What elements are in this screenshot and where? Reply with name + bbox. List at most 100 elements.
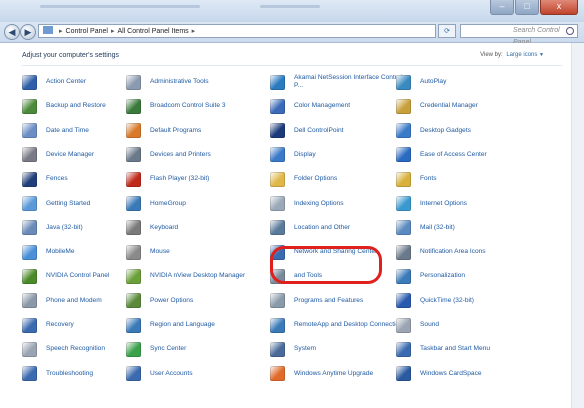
title-bar[interactable]: – □ x [0,0,584,22]
mail-icon [396,220,411,236]
control-panel-item[interactable]: Keyboard [126,217,266,239]
control-panel-item[interactable]: Location and Other [270,217,410,239]
control-panel-item[interactable]: Notification Area Icons [396,241,546,263]
control-panel-item[interactable]: Credential Manager [396,95,546,117]
view-by-dropdown[interactable]: Large icons [506,52,537,58]
control-panel-item[interactable]: Broadcom Control Suite 3 [126,95,266,117]
device-manager-icon [22,147,37,163]
control-panel-item-label: AutoPlay [420,78,447,85]
power-icon [126,293,141,309]
maximize-button[interactable]: □ [515,0,539,15]
windows-upgrade-icon [270,366,285,382]
breadcrumb-chevron-icon: ▸ [59,28,63,35]
getting-started-icon [22,196,37,211]
control-panel-item[interactable]: Windows Anytime Upgrade [270,363,410,385]
header-divider [22,65,562,66]
control-panel-item[interactable]: Region and Language [126,314,266,336]
address-field[interactable]: ▸ Control Panel ▸ All Control Panel Items ▸ [38,24,436,38]
control-panel-item-label: Broadcom Control Suite 3 [150,102,226,110]
control-panel-item[interactable]: Devices and Printers [126,144,266,166]
refresh-icon: ⟳ [444,28,450,35]
address-toolbar: ◀ ▶ ▸ Control Panel ▸ All Control Panel Ite… [0,22,584,46]
highlight-circle [270,246,382,284]
control-panel-item[interactable]: Sync Center [126,338,266,360]
forward-button[interactable]: ▶ [20,24,36,40]
control-panel-item[interactable]: Flash Player (32-bit) [126,168,266,190]
control-panel-item-label: Java (32-bit) [46,223,83,231]
control-panel-item[interactable]: Folder Options [270,168,410,190]
control-panel-item-label: Region and Language [150,321,215,328]
control-panel-item[interactable]: Default Programs [126,120,266,142]
minimize-button[interactable]: – [490,0,514,15]
refresh-button[interactable]: ⟳ [438,24,456,38]
control-panel-item-label: Indexing Options [294,199,344,207]
sound-icon [396,317,411,333]
control-panel-item-label: Administrative Tools [150,78,209,85]
title-text-blurred-2 [260,5,320,8]
control-panel-item-label: Flash Player (32-bit) [150,175,210,183]
control-panel-item[interactable]: System [270,338,410,360]
control-panel-item[interactable]: Akamai NetSession Interface Control P... [270,71,410,93]
calendar-clock-icon [22,123,37,139]
administrative-tools-icon [126,74,141,90]
control-panel-item[interactable]: Administrative Tools [126,71,266,93]
control-panel-item[interactable]: Mail (32-bit) [396,217,546,239]
fences-icon [22,171,37,187]
network-card-icon [126,98,141,114]
control-panel-item[interactable]: Programs and Features [270,290,410,312]
control-panel-item-label: Location and Other [294,223,351,231]
quicktime-icon [396,293,411,309]
control-panel-item-label: Fonts [420,175,437,183]
breadcrumb-all-items[interactable]: All Control Panel Items [117,28,188,35]
control-panel-item[interactable]: Sound [396,314,546,336]
mouse-icon [126,244,141,260]
control-panel-item-label: Troubleshooting [46,369,94,377]
control-panel-item-label: Power Options [150,296,194,304]
control-panel-item[interactable]: QuickTime (32-bit) [396,290,546,312]
control-panel-item[interactable]: Mouse [126,241,266,263]
breadcrumb-control-panel[interactable]: Control Panel [66,28,108,35]
title-text-blurred [40,5,200,8]
control-panel-item[interactable]: Display [270,144,410,166]
control-panel-item[interactable]: Windows CardSpace [396,363,546,385]
control-panel-item[interactable]: Color Management [270,95,410,117]
dell-icon [270,123,285,139]
akamai-icon [270,74,285,90]
control-panel-item-label: Device Manager [46,150,95,158]
scrollbar[interactable] [571,43,584,408]
control-panel-item[interactable]: Power Options [126,290,266,312]
default-programs-icon [126,123,141,139]
search-input[interactable]: Search Control Panel [460,24,578,46]
control-panel-item-label: Taskbar and Start Menu [420,345,491,353]
search-icon [566,27,574,35]
control-panel-item[interactable]: Personalization [396,265,546,287]
control-panel-item-label: Keyboard [150,223,179,231]
control-panel-item[interactable]: AutoPlay [396,71,546,93]
internet-options-icon [396,196,411,211]
control-panel-item-label: NVIDIA Control Panel [46,272,110,280]
control-panel-item-label: Windows Anytime Upgrade [294,369,374,377]
control-panel-window: – □ x ◀ ▶ ▸ Control Panel ▸ All Control Pan… [0,0,584,408]
control-panel-item[interactable]: NVIDIA nView Desktop Manager [126,265,266,287]
control-panel-item[interactable]: Ease of Access Center [396,144,546,166]
control-panel-item-label: Recovery [46,321,74,328]
nview-icon [126,268,141,284]
folder-icon [270,171,285,187]
control-panel-item[interactable]: Taskbar and Start Menu [396,338,546,360]
control-panel-item[interactable]: HomeGroup [126,193,266,215]
control-panel-item[interactable]: Internet Options [396,193,546,215]
control-panel-item[interactable]: Fonts [396,168,546,190]
control-panel-item[interactable]: Indexing Options [270,193,410,215]
control-panel-item[interactable]: Dell ControlPoint [270,120,410,142]
control-panel-item-label: Color Management [294,102,351,110]
breadcrumb-chevron-icon: ▸ [191,28,196,35]
back-button[interactable]: ◀ [4,24,20,40]
control-panel-item[interactable]: Desktop Gadgets [396,120,546,142]
credential-icon [396,98,411,114]
breadcrumb-chevron-icon: ▸ [110,28,115,35]
control-panel-item[interactable]: RemoteApp and Desktop Connections [270,314,410,336]
close-button[interactable]: x [540,0,578,15]
control-panel-item[interactable]: User Accounts [126,363,266,385]
keyboard-icon [126,220,141,236]
location-icon [270,220,285,236]
